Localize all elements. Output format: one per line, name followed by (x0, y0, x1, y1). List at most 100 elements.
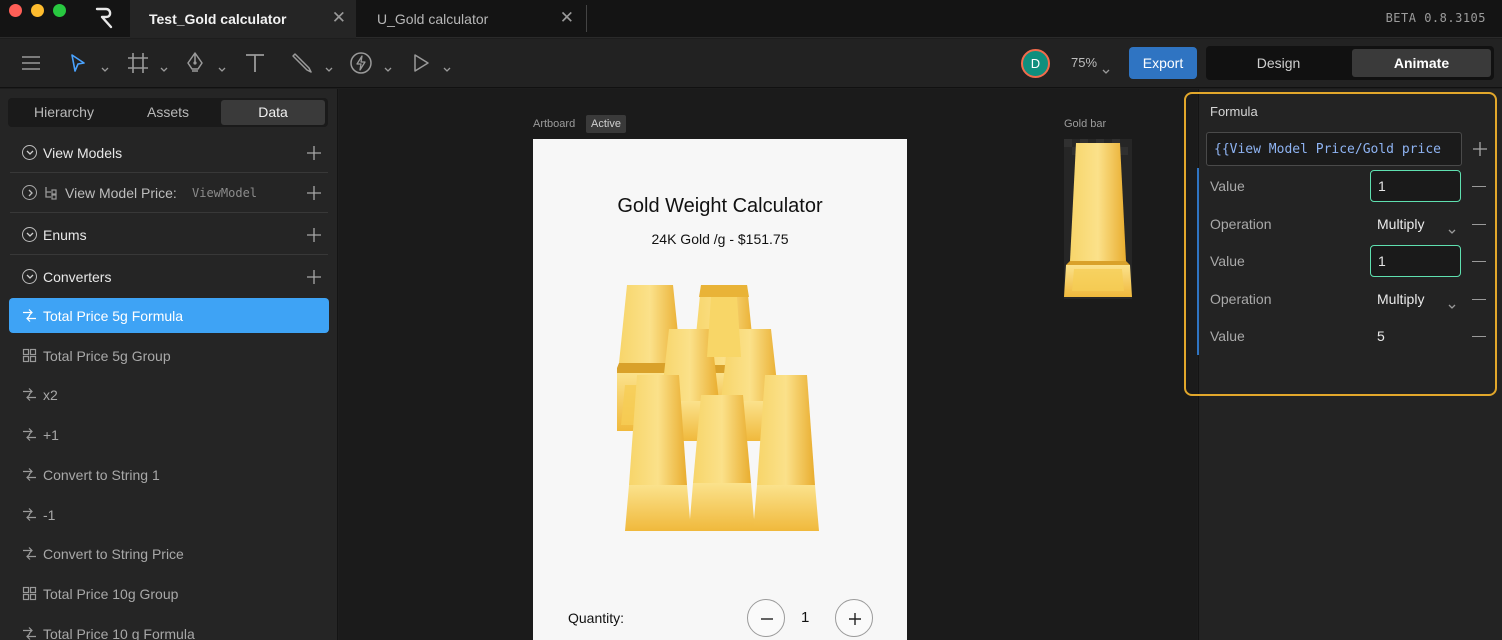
artboard-label[interactable]: Artboard (533, 118, 575, 130)
gold-bar-image[interactable] (1064, 139, 1132, 299)
close-icon[interactable]: ✕ (560, 9, 574, 26)
converter-item[interactable]: -1 (9, 497, 329, 532)
toolbar: D 75% Export Design Animate (0, 39, 1502, 88)
window-close-button[interactable] (9, 4, 22, 17)
view-model-colon: : (172, 185, 177, 201)
view-model-price-item[interactable]: View Model Price: ViewModel (0, 173, 338, 213)
artboard[interactable]: Gold Weight Calculator 24K Gold /g - $15… (533, 139, 907, 640)
formula-value-input[interactable]: 1 (1370, 170, 1461, 202)
gold-bar-artboard-label[interactable]: Gold bar (1064, 118, 1106, 130)
remove-step-icon[interactable] (1472, 261, 1486, 262)
zoom-level[interactable]: 75% (1071, 55, 1097, 70)
formula-value-text[interactable]: 5 (1377, 328, 1385, 344)
user-avatar[interactable]: D (1021, 49, 1050, 78)
converter-label: +1 (43, 427, 59, 444)
converter-item[interactable]: Total Price 10g Group (9, 576, 329, 611)
bolt-tool-icon[interactable] (349, 51, 373, 75)
quantity-decrement-button[interactable] (747, 599, 785, 637)
export-button[interactable]: Export (1129, 47, 1197, 79)
chevron-down-icon[interactable] (1448, 297, 1456, 315)
section-label: Converters (43, 269, 112, 285)
chevron-down-icon[interactable] (1102, 62, 1110, 74)
calculator-title: Gold Weight Calculator (617, 195, 823, 217)
formula-operation-select[interactable]: Multiply (1377, 291, 1424, 307)
add-enum-icon[interactable] (306, 227, 322, 243)
select-tool-icon[interactable] (69, 51, 87, 75)
tree-structure-icon (44, 186, 58, 206)
quantity-value: 1 (801, 609, 810, 626)
formula-expression-text: {{View Model Price/Gold price (1214, 142, 1441, 157)
chevron-right-icon[interactable] (22, 185, 37, 200)
canvas[interactable]: Artboard Active Gold Weight Calculator 2… (339, 89, 1197, 640)
app-logo-icon[interactable] (94, 6, 116, 30)
section-label: Enums (43, 227, 87, 243)
remove-step-icon[interactable] (1472, 299, 1486, 300)
version-label: BETA 0.8.3105 (1385, 11, 1486, 25)
formula-row-label: Value (1210, 178, 1245, 194)
converter-item[interactable]: Convert to String Price (9, 536, 329, 571)
shape-tool-icon[interactable] (290, 51, 314, 75)
gold-bars-pile-image (611, 285, 823, 533)
converter-item[interactable]: Total Price 5g Formula (9, 298, 329, 333)
group-icon (22, 586, 37, 601)
remove-step-icon[interactable] (1472, 186, 1486, 187)
formula-operation-select[interactable]: Multiply (1377, 216, 1424, 232)
chevron-down-icon[interactable] (22, 145, 37, 160)
mode-switch: Design Animate (1206, 46, 1494, 80)
window-zoom-button[interactable] (53, 4, 66, 17)
chevron-down-icon[interactable] (218, 60, 226, 72)
section-view-models[interactable]: View Models (0, 133, 338, 173)
chevron-down-icon[interactable] (160, 60, 168, 72)
remove-step-icon[interactable] (1472, 224, 1486, 225)
converter-item[interactable]: +1 (9, 417, 329, 452)
mode-design-tab[interactable]: Design (1209, 49, 1348, 77)
chevron-down-icon[interactable] (22, 227, 37, 242)
add-property-icon[interactable] (306, 185, 322, 201)
chevron-down-icon[interactable] (443, 60, 451, 72)
play-icon[interactable] (411, 51, 431, 75)
chevron-down-icon[interactable] (22, 269, 37, 284)
converter-item[interactable]: x2 (9, 377, 329, 412)
converter-icon (22, 387, 37, 402)
tab-assets[interactable]: Assets (116, 100, 220, 125)
tab-hierarchy[interactable]: Hierarchy (12, 100, 116, 125)
converter-label: Total Price 5g Formula (43, 308, 184, 324)
chevron-down-icon[interactable] (101, 60, 109, 72)
section-converters[interactable]: Converters (0, 257, 338, 297)
text-tool-icon[interactable] (244, 51, 266, 75)
formula-value-input[interactable]: 1 (1370, 245, 1461, 277)
divider (10, 212, 328, 213)
file-tab-u-gold[interactable]: U_Gold calculator ✕ (358, 0, 584, 38)
chevron-down-icon[interactable] (384, 60, 392, 72)
converter-item[interactable]: Total Price 10 g Formula (9, 616, 329, 640)
group-icon (22, 348, 37, 363)
add-formula-step-icon[interactable] (1472, 141, 1488, 162)
close-icon[interactable]: ✕ (332, 9, 346, 26)
view-model-type: ViewModel (192, 186, 258, 200)
divider (10, 254, 328, 255)
tab-label: Test_Gold calculator (149, 11, 287, 27)
formula-expression-field[interactable]: {{View Model Price/Gold price (1206, 132, 1462, 166)
tab-data[interactable]: Data (221, 100, 325, 125)
window-minimize-button[interactable] (31, 4, 44, 17)
pen-tool-icon[interactable] (185, 51, 205, 75)
section-enums[interactable]: Enums (0, 215, 338, 255)
add-view-model-icon[interactable] (306, 145, 322, 161)
converter-item[interactable]: Convert to String 1 (9, 457, 329, 492)
file-tab-test-gold[interactable]: Test_Gold calculator ✕ (130, 0, 356, 38)
converter-icon (22, 467, 37, 482)
chevron-down-icon[interactable] (325, 60, 333, 72)
mode-animate-tab[interactable]: Animate (1352, 49, 1491, 77)
menu-icon[interactable] (21, 51, 41, 75)
formula-row-label: Operation (1210, 291, 1272, 307)
converter-item[interactable]: Total Price 5g Group (9, 338, 329, 373)
formula-title: Formula (1210, 104, 1258, 119)
remove-step-icon[interactable] (1472, 336, 1486, 337)
quantity-increment-button[interactable] (835, 599, 873, 637)
converter-icon (22, 626, 37, 640)
chevron-down-icon[interactable] (1448, 222, 1456, 240)
add-converter-icon[interactable] (306, 269, 322, 285)
artboard-tool-icon[interactable] (127, 51, 149, 75)
tab-label: U_Gold calculator (377, 11, 489, 27)
title-bar: Test_Gold calculator ✕ U_Gold calculator… (0, 0, 1502, 38)
